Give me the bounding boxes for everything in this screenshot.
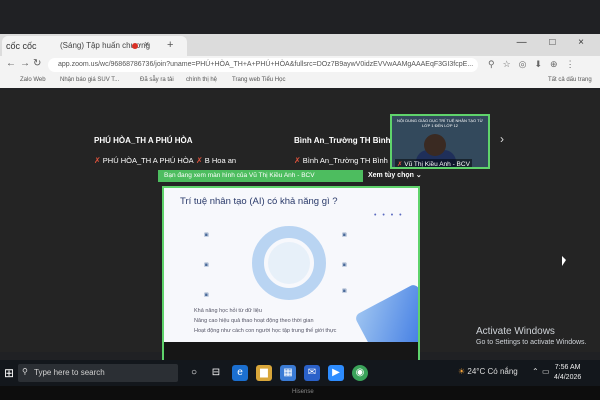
speaker-name: Vũ Thị Kiều Anh - BCV [404, 161, 470, 168]
bookmark-tai[interactable]: Đã sẵy ra tải [140, 77, 174, 83]
activation-watermark: Activate Windows Go to Settings to activ… [476, 326, 587, 346]
monitor-bezel: Hisense [0, 386, 600, 400]
address-bar: ← → ↻ app.zoom.us/wc/96868786736/join?un… [0, 56, 600, 74]
monitor-brand: Hisense [292, 389, 314, 395]
diagram-node-icon: ▣ [204, 232, 209, 238]
bullet-item: Hoạt động như cách con người học tập tru… [194, 328, 337, 334]
file-explorer-icon[interactable]: ▆ [256, 365, 272, 381]
mic-muted-icon: ✗ [196, 156, 203, 165]
url-input[interactable]: app.zoom.us/wc/96868786736/join?uname=PH… [48, 58, 478, 72]
participant-label: ✗ Bình An_Trường TH Bình ... [294, 156, 396, 165]
system-clock[interactable]: 7:56 AM 4/4/2026 [554, 363, 581, 383]
bookmarks-bar: Zalo Web Nhận báo giá SUV T... Đã sẵy ra… [0, 74, 600, 88]
taskbar: ⊞ ⚲ Type here to search ○ ⊟ e ▆ ▦ ✉ ▶ ◉ … [0, 360, 600, 386]
participant-name: Bình An_Trường TH Bình ... [294, 136, 400, 145]
diagram-node-icon: ▣ [342, 288, 347, 294]
taskbar-search[interactable]: ⚲ Type here to search [18, 364, 178, 382]
bookmark-zalo[interactable]: Zalo Web [20, 77, 46, 83]
mic-muted-icon: ✗ [94, 156, 101, 165]
participant-label: ✗ B Hoa an [196, 156, 236, 165]
shared-screen: Trí tuệ nhân tạo (AI) có khả năng gì ? •… [162, 186, 420, 362]
task-view-icon[interactable]: ○ [186, 365, 202, 381]
weather-text: 24°C Có nắng [467, 367, 518, 376]
participant-sub: Bình An_Trường TH Bình ... [302, 156, 397, 165]
sun-icon: ☀ [458, 367, 466, 376]
store-icon[interactable]: ▦ [280, 365, 296, 381]
diagram-node-icon: ▣ [204, 262, 209, 268]
slide-bullets: Khả năng học hỏi từ dữ liệu Nâng cao hiệ… [194, 306, 336, 336]
slide-footer [164, 342, 418, 360]
diagram-node-icon: ▣ [204, 292, 209, 298]
window-controls[interactable]: — □ × [517, 37, 594, 48]
extension-icons[interactable]: ⚲☆◎⬇⊕⋮ [488, 59, 583, 70]
viewing-banner: Bạn đang xem màn hình của Vũ Thị Kiều An… [158, 170, 363, 182]
mic-muted-icon: ✗ [294, 156, 301, 165]
participant-name: PHÚ HÒA_TH A PHÚ HÒA [94, 136, 193, 145]
reload-icon[interactable]: ↻ [33, 58, 41, 69]
search-icon: ⚲ [22, 367, 28, 376]
browser-tab[interactable]: cốc cốc (Sáng) Tập huấn chương × + [2, 36, 187, 56]
clock-date: 4/4/2026 [554, 374, 582, 381]
activation-title: Activate Windows [476, 326, 555, 337]
bookmark-tieu-hoc[interactable]: Trang web Tiểu Học [232, 77, 285, 83]
cycle-center [268, 242, 310, 284]
mouse-cursor-icon [562, 256, 566, 266]
mail-icon[interactable]: ✉ [304, 365, 320, 381]
new-tab-button[interactable]: + [167, 39, 173, 51]
mic-muted-icon: ✗ [397, 161, 403, 168]
diagram-node-icon: ▣ [342, 262, 347, 268]
participant-label: ✗ PHÚ HÒA_TH A PHÚ HÒA [94, 156, 194, 165]
speaker-label: ✗ Vũ Thị Kiều Anh - BCV [395, 159, 472, 168]
bullet-item: Khả năng học hỏi từ dữ liệu [194, 308, 262, 314]
participant-sub: B Hoa an [204, 156, 237, 165]
next-page-icon[interactable]: › [500, 132, 504, 146]
slide-title: Trí tuệ nhân tạo (AI) có khả năng gì ? [180, 196, 338, 207]
browser-brand: cốc cốc [6, 41, 37, 51]
zoom-meeting: PHÚ HÒA_TH A PHÚ HÒA ✗ PHÚ HÒA_TH A PHÚ … [0, 90, 600, 362]
coccoc-icon[interactable]: ◉ [352, 365, 368, 381]
bullet-item: Nâng cao hiệu quả thao hoạt động theo th… [194, 318, 314, 324]
weather-widget[interactable]: ☀ 24°C Có nắng [458, 367, 518, 376]
network-icon[interactable]: ▭ [542, 367, 550, 376]
back-icon[interactable]: ← [6, 58, 16, 69]
screen: cốc cốc (Sáng) Tập huấn chương × + — □ ×… [0, 0, 600, 400]
tray-expand-icon[interactable]: ⌃ [532, 367, 539, 376]
speaker-avatar [424, 134, 446, 156]
zoom-icon[interactable]: ▶ [328, 365, 344, 381]
browser-tab-strip: cốc cốc (Sáng) Tập huấn chương × + — □ × [0, 34, 600, 56]
search-placeholder: Type here to search [34, 368, 105, 377]
participant-sub: PHÚ HÒA_TH A PHÚ HÒA [102, 156, 194, 165]
forward-icon[interactable]: → [20, 58, 30, 69]
slide-decoration: • • • • [374, 212, 404, 219]
taskbar-app-icon[interactable]: ⊟ [208, 365, 224, 381]
clock-time: 7:56 AM [554, 364, 581, 371]
windows-start-icon[interactable]: ⊞ [4, 366, 14, 380]
bookmark-all[interactable]: Tất cả dấu trang [548, 77, 592, 83]
activation-subtitle: Go to Settings to activate Windows. [476, 339, 587, 346]
bookmark-chinh[interactable]: chính thị hệ [186, 77, 217, 83]
recording-dot-icon [132, 43, 138, 49]
speaker-thumbnail[interactable]: NỘI DUNG GIÁO DỤC TRÍ TUỆ NHÂN TẠO TỪ LỚ… [390, 114, 490, 169]
diagram-node-icon: ▣ [342, 232, 347, 238]
bookmark-suv[interactable]: Nhận báo giá SUV T... [60, 77, 119, 83]
view-options-button[interactable]: Xem tùy chọn ⌄ [368, 171, 422, 179]
edge-icon[interactable]: e [232, 365, 248, 381]
tab-close-icon[interactable]: × [144, 39, 149, 49]
